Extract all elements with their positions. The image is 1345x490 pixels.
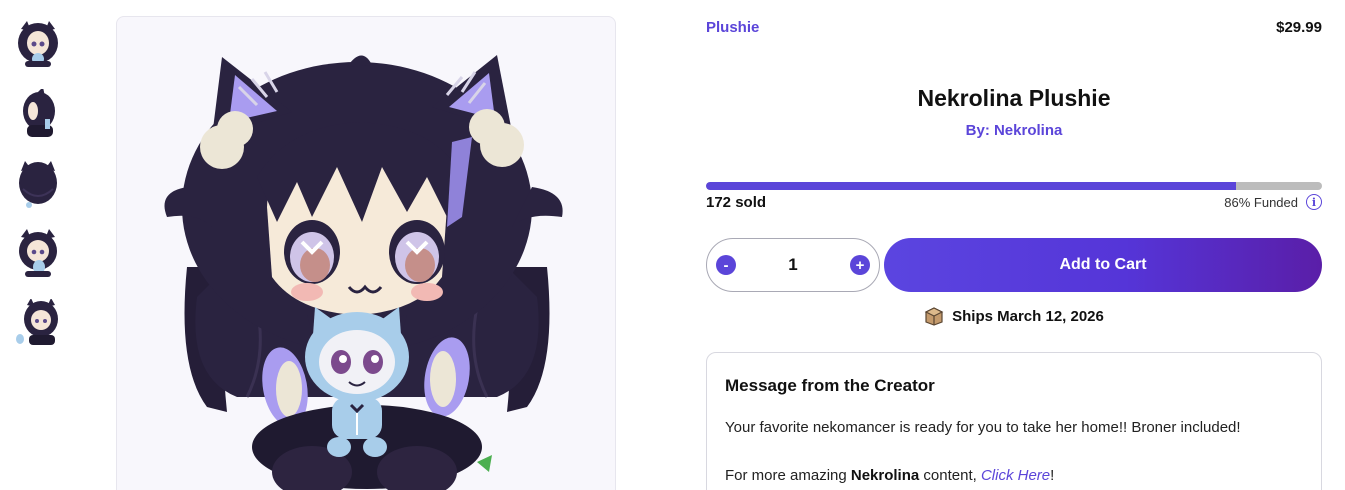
increase-quantity-button[interactable]: + xyxy=(850,255,870,275)
thumbnail-back[interactable] xyxy=(14,158,62,210)
creator-message-body: Your favorite nekomancer is ready for yo… xyxy=(725,419,1241,436)
decrease-quantity-button[interactable]: - xyxy=(716,255,736,275)
funding-progress-bar xyxy=(706,182,1322,190)
creator-message-more: For more amazing Nekrolina content, Clic… xyxy=(725,466,1303,486)
funding-progress-fill xyxy=(706,182,1236,190)
more-suffix: ! xyxy=(1050,467,1055,484)
creator-link[interactable]: By: Nekrolina xyxy=(706,122,1322,139)
more-prefix: For more amazing xyxy=(725,467,851,484)
plushie-thumb-image xyxy=(16,299,58,345)
sold-count: 172 sold xyxy=(706,194,767,211)
package-icon xyxy=(924,307,944,326)
product-details-panel: Plushie $29.99 Nekrolina Plushie By: Nek… xyxy=(706,0,1322,490)
thumbnail-list xyxy=(14,18,64,368)
plushie-thumb-image xyxy=(18,21,58,67)
plushie-thumb-image xyxy=(19,161,57,208)
thumbnail-angle[interactable] xyxy=(14,228,62,280)
thumbnail-front[interactable] xyxy=(14,18,62,70)
info-icon[interactable]: i xyxy=(1306,194,1322,210)
shipping-info: Ships March 12, 2026 xyxy=(706,306,1322,326)
thumbnail-with-broner[interactable] xyxy=(14,298,62,350)
product-main-image[interactable] xyxy=(116,16,616,490)
funded-status: 86% Funded i xyxy=(1224,194,1322,210)
click-here-link[interactable]: Click Here xyxy=(981,467,1050,484)
nekrolina-plushie-image xyxy=(164,55,563,490)
thumbnail-side[interactable] xyxy=(14,88,62,140)
more-middle: content, xyxy=(919,467,981,484)
product-price: $29.99 xyxy=(1276,19,1322,36)
creator-message-title: Message from the Creator xyxy=(725,376,935,395)
plushie-thumb-image xyxy=(19,229,57,277)
quantity-stepper: - + xyxy=(706,238,880,292)
product-title: Nekrolina Plushie xyxy=(917,85,1111,111)
funded-percent: 86% Funded xyxy=(1224,194,1298,210)
category-link[interactable]: Plushie xyxy=(706,19,759,36)
more-creator-name: Nekrolina xyxy=(850,467,920,484)
ship-date: Ships March 12, 2026 xyxy=(952,307,1104,325)
plushie-thumb-image xyxy=(23,89,55,137)
add-to-cart-button[interactable]: Add to Cart xyxy=(884,238,1322,292)
quantity-input[interactable] xyxy=(763,255,823,275)
creator-message-box: Message from the Creator Your favorite n… xyxy=(706,352,1322,490)
